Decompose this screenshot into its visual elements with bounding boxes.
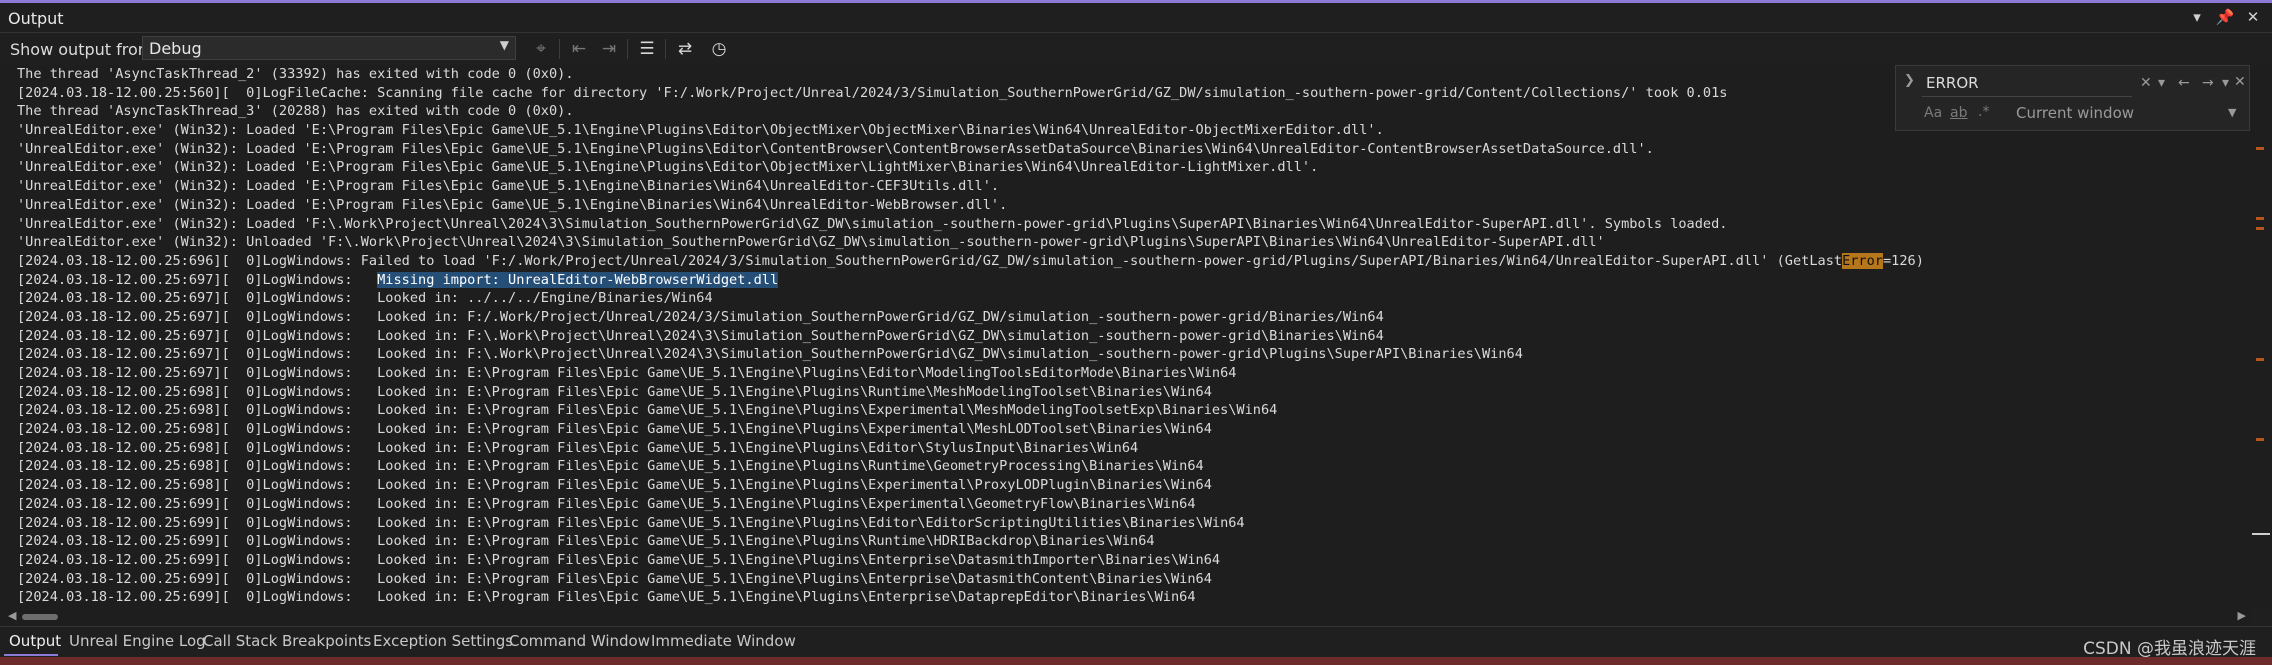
scroll-right-icon[interactable]: ▶: [2238, 609, 2246, 622]
scroll-marker: [2256, 438, 2264, 441]
vertical-scrollbar[interactable]: [2250, 65, 2272, 608]
output-line: [2024.03.18-12.00.25:699][ 0]LogWindows:…: [17, 514, 1245, 531]
match-whole-word-icon[interactable]: ab: [1950, 105, 1967, 121]
output-line: [2024.03.18-12.00.25:560][ 0]LogFileCach…: [17, 84, 1728, 101]
output-line: [2024.03.18-12.00.25:697][ 0]LogWindows:…: [17, 327, 1384, 344]
output-line: 'UnrealEditor.exe' (Win32): Loaded 'E:\P…: [17, 196, 1008, 213]
word-wrap-icon[interactable]: ⇄: [672, 37, 698, 61]
match-case-icon[interactable]: Aa: [1924, 105, 1942, 121]
status-strip: [0, 657, 2272, 665]
horizontal-scrollbar[interactable]: ◀ ▶: [0, 608, 2250, 626]
scroll-marker: [2256, 358, 2264, 361]
tab-call-stack[interactable]: Call Stack: [203, 632, 277, 650]
pin-icon[interactable]: 📌: [2214, 6, 2236, 28]
toolbar-separator: [627, 39, 628, 59]
watermark: CSDN @我虽浪迹天涯: [2083, 639, 2256, 659]
show-output-label: Show output from:: [10, 40, 159, 59]
output-lines: The thread 'AsyncTaskThread_2' (33392) h…: [17, 65, 1924, 607]
find-widget: ❯ ERROR ✕ ▾ ← → ▾ ✕ Aa ab .* Current win…: [1895, 65, 2250, 131]
scroll-marker: [2256, 217, 2264, 220]
text-selection: Missing import: UnrealEditor-WebBrowserW…: [377, 271, 779, 288]
output-toolbar: Show output from: Debug ▼ ⌖ ⇤ ⇥ ☰ ⇄ ◷: [0, 33, 2272, 65]
output-source-value: Debug: [149, 39, 202, 58]
output-line: 'UnrealEditor.exe' (Win32): Loaded 'E:\P…: [17, 122, 1384, 139]
horizontal-scrollbar-thumb[interactable]: [22, 614, 58, 620]
scrollbar-thumb[interactable]: [2252, 533, 2270, 535]
toolbar-separator: [559, 39, 560, 59]
clear-all-icon[interactable]: ☰: [634, 37, 660, 61]
tab-immediate-window[interactable]: Immediate Window: [651, 632, 796, 650]
output-line: [2024.03.18-12.00.25:697][ 0]LogWindows:…: [17, 290, 713, 307]
close-find-icon[interactable]: ✕: [2234, 74, 2246, 90]
use-regex-icon[interactable]: .*: [1978, 104, 1989, 120]
tab-breakpoints[interactable]: Breakpoints: [282, 632, 371, 650]
scroll-marker: [2256, 227, 2264, 230]
output-line: The thread 'AsyncTaskThread_2' (33392) h…: [17, 66, 574, 82]
output-line: [2024.03.18-12.00.25:699][ 0]LogWindows:…: [17, 495, 1196, 512]
output-line: 'UnrealEditor.exe' (Win32): Unloaded 'F:…: [17, 234, 1605, 251]
output-title-bar: Output ▾ 📌 ✕: [0, 3, 2272, 33]
output-line: [2024.03.18-12.00.25:698][ 0]LogWindows:…: [17, 421, 1212, 438]
output-line: [2024.03.18-12.00.25:697][ 0]LogWindows:…: [17, 346, 1523, 363]
find-input[interactable]: ERROR: [1922, 72, 2132, 97]
tool-window-tabs: Output Unreal Engine Log Call Stack Brea…: [0, 626, 2272, 659]
window-title: Output: [8, 9, 64, 28]
timestamp-clock-icon[interactable]: ◷: [706, 37, 732, 61]
search-history-icon[interactable]: ▾: [2158, 75, 2165, 91]
scope-dropdown-icon[interactable]: ▼: [2228, 106, 2236, 119]
clear-search-icon[interactable]: ✕: [2140, 75, 2152, 91]
find-query: ERROR: [1926, 74, 1979, 92]
output-line: [2024.03.18-12.00.25:699][ 0]LogWindows:…: [17, 533, 1155, 550]
previous-message-icon[interactable]: ⇤: [566, 37, 592, 61]
title-buttons: ▾ 📌 ✕: [2186, 6, 2264, 28]
output-line: [2024.03.18-12.00.25:698][ 0]LogWindows:…: [17, 383, 1212, 400]
output-line: [2024.03.18-12.00.25:698][ 0]LogWindows:…: [17, 458, 1204, 475]
output-line: 'UnrealEditor.exe' (Win32): Loaded 'F:\.…: [17, 215, 1728, 232]
active-tab-underline: [4, 654, 58, 656]
window-position-dropdown-icon[interactable]: ▾: [2186, 6, 2208, 28]
output-source-select[interactable]: Debug ▼: [142, 36, 516, 60]
find-scope[interactable]: Current window: [2016, 104, 2134, 122]
find-options-icon[interactable]: ▾: [2222, 75, 2229, 91]
output-line: [2024.03.18-12.00.25:698][ 0]LogWindows:…: [17, 402, 1278, 419]
output-line: [2024.03.18-12.00.25:698][ 0]LogWindows:…: [17, 439, 1139, 456]
output-line: 'UnrealEditor.exe' (Win32): Loaded 'E:\P…: [17, 140, 1654, 157]
find-previous-icon[interactable]: ←: [2178, 75, 2190, 91]
output-line: 'UnrealEditor.exe' (Win32): Loaded 'E:\P…: [17, 159, 1319, 176]
toolbar-separator: [665, 39, 666, 59]
tab-unreal-engine-log[interactable]: Unreal Engine Log: [69, 632, 206, 650]
output-line: [2024.03.18-12.00.25:699][ 0]LogWindows:…: [17, 551, 1221, 568]
find-message-icon[interactable]: ⌖: [528, 37, 554, 61]
chevron-down-icon: ▼: [499, 38, 509, 52]
scroll-left-icon[interactable]: ◀: [8, 609, 16, 622]
output-line: [2024.03.18-12.00.25:697][ 0]LogWindows:…: [17, 365, 1237, 381]
output-line: The thread 'AsyncTaskThread_3' (20288) h…: [17, 103, 574, 120]
output-line: [2024.03.18-12.00.25:697][ 0]LogWindows:…: [17, 308, 1384, 325]
next-message-icon[interactable]: ⇥: [596, 37, 622, 61]
tab-exception-settings[interactable]: Exception Settings: [373, 632, 513, 650]
output-text-area[interactable]: The thread 'AsyncTaskThread_2' (33392) h…: [0, 65, 2250, 608]
output-line: [2024.03.18-12.00.25:699][ 0]LogWindows:…: [17, 570, 1212, 587]
output-line: [2024.03.18-12.00.25:699][ 0]LogWindows:…: [17, 589, 1196, 606]
output-line: [2024.03.18-12.00.25:697][ 0]LogWindows:…: [17, 271, 779, 288]
find-match-highlight: Error: [1842, 252, 1883, 269]
tab-command-window[interactable]: Command Window: [509, 632, 650, 650]
tab-output[interactable]: Output: [9, 632, 61, 650]
close-icon[interactable]: ✕: [2242, 6, 2264, 28]
output-line: [2024.03.18-12.00.25:698][ 0]LogWindows:…: [17, 477, 1212, 494]
toggle-replace-icon[interactable]: ❯: [1904, 73, 1915, 88]
scroll-marker: [2256, 147, 2264, 150]
find-next-icon[interactable]: →: [2202, 75, 2214, 91]
output-line: [2024.03.18-12.00.25:696][ 0]LogWindows:…: [17, 252, 1924, 269]
output-line: 'UnrealEditor.exe' (Win32): Loaded 'E:\P…: [17, 178, 1000, 195]
